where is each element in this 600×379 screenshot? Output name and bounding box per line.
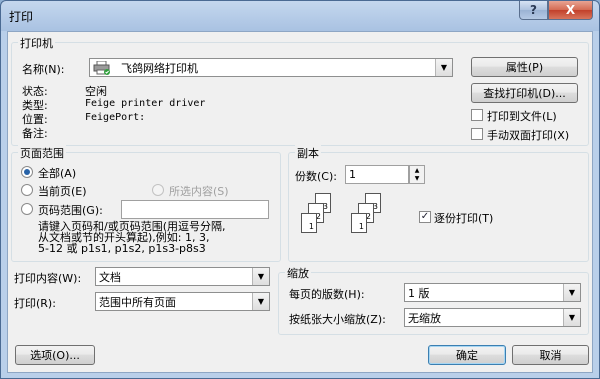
scale-select[interactable]: 无缩放 ▼ [404,308,581,327]
copies-count-label: 份数(C): [295,170,337,183]
chevron-down-icon[interactable]: ▼ [252,268,269,285]
copies-count-input[interactable]: 1 [345,165,409,184]
options-button[interactable]: 选项(O)... [15,345,95,365]
page-range-group: 页面范围 全部(A) 当前页(E) 所选内容(S) 页码范围(G): 请键入页码… [11,145,281,262]
properties-button[interactable]: 属性(P) [471,57,578,77]
page-range-pages-label[interactable]: 页码范围(G): [38,202,103,218]
cancel-button[interactable]: 取消 [512,345,589,365]
manual-duplex-checkbox[interactable] [471,128,483,140]
close-icon: X [565,3,576,17]
print-what-select[interactable]: 文档 ▼ [95,267,270,286]
help-button[interactable]: ? [519,1,548,20]
page-range-pages-input[interactable] [121,200,269,219]
page-range-group-title: 页面范围 [18,145,66,161]
pages-per-sheet-value: 1 版 [408,286,430,300]
print-range-label: 打印(R): [14,297,56,310]
zoom-group: 缩放 每页的版数(H): 1 版 ▼ 按纸张大小缩放(Z): 无缩放 ▼ [278,265,589,335]
pages-per-sheet-select[interactable]: 1 版 ▼ [404,283,581,302]
page-range-all-label[interactable]: 全部(A) [38,165,76,181]
dialog-client: 打印机 名称(N): 飞鸽网络打印机 ▼ 属性(P) 查找打印机(D)... 状… [7,31,593,373]
chevron-down-icon[interactable]: ▼ [563,284,580,301]
page-range-current-label[interactable]: 当前页(E) [38,183,87,199]
page-range-hint-line: 5-12 或 p1s1, p1s2, p1s3-p8s3 [38,242,206,255]
print-what-label: 打印内容(W): [14,272,82,285]
help-icon: ? [530,3,537,17]
print-dialog: 打印 ? X 打印机 名称(N): 飞鸽网络打印机 ▼ 属性(P) 查找打印机(… [0,0,600,379]
print-to-file-label[interactable]: 打印到文件(L) [487,108,557,124]
page-range-all-radio[interactable] [21,166,33,178]
printer-name-label: 名称(N): [22,63,65,76]
printer-name-select[interactable]: 飞鸽网络打印机 ▼ [89,58,453,77]
scale-label: 按纸张大小缩放(Z): [289,313,386,326]
page-range-selection-radio [152,184,164,196]
manual-duplex-label[interactable]: 手动双面打印(X) [487,127,569,143]
scale-value: 无缩放 [408,311,441,325]
printer-name-value: 飞鸽网络打印机 [121,61,198,75]
page-range-selection-label: 所选内容(S) [169,185,229,198]
status-value: 空闲 [85,85,107,98]
location-value: FeigePort: [85,112,146,123]
spin-down-icon[interactable]: ▼ [415,175,420,183]
collate-page-icon: 1 [351,213,367,233]
copies-group-title: 副本 [295,145,321,161]
chevron-down-icon[interactable]: ▼ [252,293,269,310]
title-bar: 打印 ? X [1,1,599,31]
print-range-select[interactable]: 范围中所有页面 ▼ [95,292,270,311]
copies-spinner[interactable]: ▲ ▼ [409,165,425,184]
collate-label[interactable]: 逐份打印(T) [434,210,493,226]
spin-up-icon[interactable]: ▲ [415,167,420,175]
pages-per-sheet-label: 每页的版数(H): [289,288,365,301]
printer-group: 打印机 名称(N): 飞鸽网络打印机 ▼ 属性(P) 查找打印机(D)... 状… [11,35,589,146]
collate-checkbox[interactable]: ✓ [419,211,431,223]
printer-group-title: 打印机 [18,35,55,51]
close-button[interactable]: X [548,1,593,20]
page-range-hint: 请键入页码和/或页码范围(用逗号分隔, 从文档或节的开头算起),例如: 1, 3… [38,221,226,254]
collate-page-icon: 1 [301,213,317,233]
page-range-pages-radio[interactable] [21,203,33,215]
comment-label: 备注: [22,127,48,140]
window-title: 打印 [9,10,34,24]
copies-group: 副本 份数(C): 1 ▲ ▼ 3 2 1 3 2 1 ✓ 逐份打印(T) [288,145,589,262]
print-to-file-checkbox[interactable] [471,109,483,121]
zoom-group-title: 缩放 [285,265,311,281]
print-range-value: 范围中所有页面 [99,295,176,309]
print-what-value: 文档 [99,270,121,284]
chevron-down-icon[interactable]: ▼ [435,59,452,76]
printer-icon [93,60,110,75]
ok-button[interactable]: 确定 [428,345,506,365]
type-value: Feige printer driver [85,98,206,109]
page-range-current-radio[interactable] [21,184,33,196]
chevron-down-icon[interactable]: ▼ [563,309,580,326]
find-printer-button[interactable]: 查找打印机(D)... [471,83,578,103]
